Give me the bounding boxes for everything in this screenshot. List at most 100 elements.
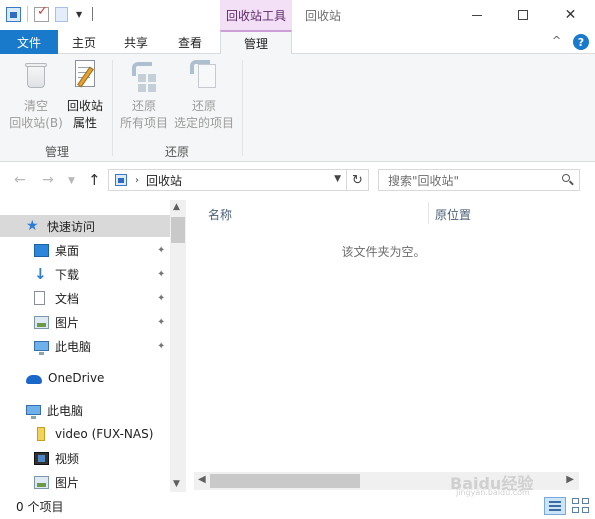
nav-item-label: 此电脑 [55, 339, 92, 354]
contextual-tab-group-label: 回收站工具 [220, 0, 292, 30]
window-title: 回收站 [305, 9, 342, 23]
column-header-original-location[interactable]: 原位置 [435, 206, 471, 223]
nav-item-label: 文档 [55, 291, 80, 306]
title-bar: ▼ 回收站工具 回收站 ✕ [0, 0, 595, 30]
ribbon: 清空 回收站(B) 回收站 属性 还原 所有项目 还原 选定的项目 管理 还原 [0, 54, 595, 162]
nav-item-documents[interactable]: 文档 ✦ [0, 287, 170, 309]
scrollbar-thumb[interactable] [210, 474, 360, 488]
pictures-icon [34, 475, 49, 489]
item-count: 0 个项目 [16, 500, 64, 514]
tab-manage[interactable]: 管理 [220, 30, 292, 55]
watermark-url: jingyan.baidu.com [456, 488, 530, 497]
restore-all-label-line2: 所有项目 [119, 116, 168, 130]
properties-check-icon[interactable] [34, 4, 49, 22]
breadcrumb-chevron-icon[interactable]: › [135, 175, 139, 186]
large-icons-view-button[interactable] [570, 497, 592, 515]
breadcrumb-current[interactable]: 回收站 [146, 172, 182, 189]
document-icon [34, 291, 45, 305]
scroll-down-arrow-icon[interactable]: ▼ [173, 479, 180, 489]
nav-item-label: 此电脑 [47, 403, 84, 418]
pin-icon[interactable]: ✦ [157, 293, 165, 304]
scroll-left-arrow-icon[interactable]: ◀ [198, 474, 206, 485]
address-dropdown-chevron-icon[interactable]: ▼ [334, 174, 341, 184]
scroll-up-arrow-icon[interactable]: ▲ [173, 202, 180, 212]
nav-item-this-pc[interactable]: 此电脑 [0, 399, 170, 421]
nav-item-desktop[interactable]: 桌面 ✦ [0, 239, 170, 261]
desktop-icon [34, 243, 49, 257]
forward-arrow-icon[interactable]: → [42, 172, 54, 188]
explorer-icon[interactable] [6, 6, 21, 22]
pictures-icon [34, 315, 49, 329]
nav-item-label: video (FUX-NAS) [55, 427, 154, 441]
search-input[interactable]: 搜索"回收站" [378, 169, 580, 191]
back-arrow-icon[interactable]: ← [14, 172, 26, 188]
nav-item-pc-pictures[interactable]: 图片 [0, 471, 170, 492]
tab-share[interactable]: 共享 [114, 30, 158, 54]
search-icon[interactable] [562, 174, 574, 186]
new-folder-icon[interactable] [55, 6, 68, 22]
refresh-button[interactable]: ↻ [347, 169, 369, 191]
ribbon-tab-bar: 文件 主页 共享 查看 管理 ^ ? [0, 30, 595, 55]
ribbon-group-divider [112, 60, 113, 156]
nav-item-quick-access[interactable]: ★ 快速访问 [0, 215, 170, 237]
tab-home[interactable]: 主页 [62, 30, 106, 54]
restore-all-items-button[interactable]: 还原 所有项目 [116, 58, 172, 132]
ribbon-group-restore-label: 还原 [165, 145, 190, 159]
nav-item-onedrive[interactable]: OneDrive [0, 367, 170, 389]
navigation-pane: ★ 快速访问 桌面 ✦ ↓ 下载 ✦ 文档 ✦ 图片 ✦ 此电脑 ✦ OneDr… [0, 200, 186, 492]
maximize-button[interactable] [500, 0, 546, 30]
details-view-button[interactable] [544, 497, 566, 515]
address-bar[interactable]: › 回收站 ▼ [108, 169, 347, 191]
column-divider[interactable] [428, 202, 429, 224]
file-list[interactable]: 名称 原位置 该文件夹为空。 ◀ ▶ [190, 200, 595, 492]
close-icon: ✕ [564, 7, 577, 23]
restore-all-label-line1: 还原 [131, 99, 156, 113]
customize-toolbar-chevron-icon[interactable]: ▼ [76, 10, 82, 19]
nav-item-downloads[interactable]: ↓ 下载 ✦ [0, 263, 170, 285]
pin-icon[interactable]: ✦ [157, 269, 165, 280]
download-arrow-icon: ↓ [34, 264, 47, 283]
pin-icon[interactable]: ✦ [157, 341, 165, 352]
recycle-bin-properties-button[interactable]: 回收站 属性 [64, 58, 106, 132]
nav-item-label: 快速访问 [47, 219, 96, 234]
nav-item-label: 桌面 [55, 243, 80, 258]
help-icon[interactable]: ? [573, 34, 589, 50]
navigation-pane-scrollbar[interactable]: ▲ ▼ [170, 200, 186, 492]
up-arrow-icon[interactable]: ↑ [88, 171, 101, 189]
restore-all-icon [128, 58, 160, 92]
ribbon-group-manage-label: 管理 [45, 145, 70, 159]
close-button[interactable]: ✕ [546, 0, 595, 30]
scroll-right-arrow-icon[interactable]: ▶ [566, 474, 574, 485]
onedrive-cloud-icon [26, 375, 42, 384]
restore-selected-items-button[interactable]: 还原 选定的项目 [172, 58, 236, 132]
empty-recycle-bin-icon [20, 58, 52, 92]
address-toolbar: ← → ▼ ↑ › 回收站 ▼ ↻ 搜索"回收站" [0, 162, 595, 200]
recycle-bin-properties-label-line2: 属性 [72, 116, 97, 130]
nav-item-label: 下载 [55, 267, 80, 282]
collapse-ribbon-chevron-icon[interactable]: ^ [552, 34, 561, 47]
pin-icon[interactable]: ✦ [157, 317, 165, 328]
nav-item-video-nas[interactable]: video (FUX-NAS) [0, 423, 170, 445]
column-header-name[interactable]: 名称 [208, 206, 232, 223]
nav-item-pictures[interactable]: 图片 ✦ [0, 311, 170, 333]
restore-selected-icon [188, 58, 220, 92]
recycle-bin-properties-icon [69, 58, 101, 92]
toolbar-divider [27, 6, 28, 22]
maximize-icon [518, 10, 528, 20]
search-placeholder: 搜索"回收站" [388, 173, 460, 188]
star-icon: ★ [26, 217, 39, 234]
nav-item-this-pc-pinned[interactable]: 此电脑 ✦ [0, 335, 170, 357]
tab-view[interactable]: 查看 [168, 30, 212, 54]
pin-icon[interactable]: ✦ [157, 245, 165, 256]
recent-locations-chevron-icon[interactable]: ▼ [68, 176, 75, 186]
recycle-bin-properties-label-line1: 回收站 [66, 99, 103, 113]
scrollbar-thumb[interactable] [171, 217, 185, 243]
empty-recycle-bin-button[interactable]: 清空 回收站(B) [8, 58, 64, 132]
nav-item-videos[interactable]: 视频 [0, 447, 170, 469]
minimize-icon [472, 14, 482, 16]
minimize-button[interactable] [454, 0, 500, 30]
videos-icon [34, 451, 49, 465]
tab-file[interactable]: 文件 [0, 30, 58, 54]
empty-folder-message: 该文件夹为空。 [341, 245, 426, 259]
nav-item-label: 视频 [55, 451, 80, 466]
